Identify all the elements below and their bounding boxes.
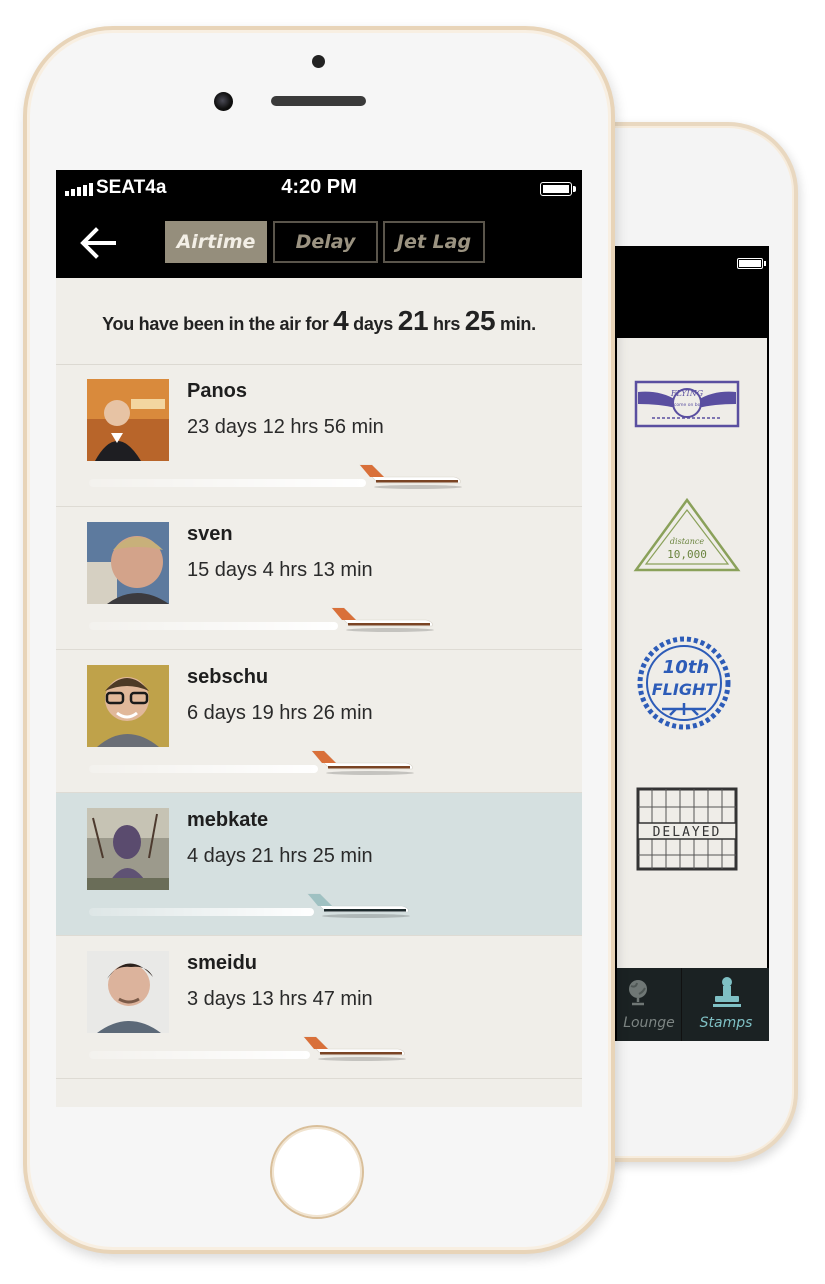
svg-text:10,000: 10,000: [667, 548, 707, 561]
user-name: sven: [187, 523, 233, 545]
svg-text:distance: distance: [670, 537, 704, 546]
svg-text:FLYING: FLYING: [670, 389, 704, 398]
contrail: [89, 765, 318, 773]
home-button[interactable]: [270, 1125, 364, 1219]
avatar: [87, 379, 169, 461]
tab-jet-lag[interactable]: Jet Lag: [383, 221, 485, 263]
nav-bar: Airtime Delay Jet Lag: [56, 208, 582, 278]
globe-icon: [629, 980, 647, 1006]
user-name: smeidu: [187, 952, 258, 974]
delayed-stamp-icon[interactable]: DELAYED: [632, 783, 742, 875]
summary-hrs-unit: hrs: [432, 314, 461, 334]
tab-lounge-label: Lounge: [623, 1015, 675, 1031]
svg-text:10th: 10th: [663, 657, 709, 678]
flying-stamp-icon[interactable]: FLYING welcome on board: [632, 378, 742, 430]
summary-days: 4: [333, 305, 349, 336]
airtime-duration: 15 days 4 hrs 13 min: [187, 559, 373, 581]
leaderboard-row-current-user[interactable]: mebkate 4 days 21 hrs 25 min: [56, 793, 582, 936]
front-camera: [214, 92, 233, 111]
svg-text:DELAYED: DELAYED: [653, 825, 722, 840]
leaderboard-row[interactable]: sven 15 days 4 hrs 13 min: [56, 507, 582, 650]
airplane-icon: [308, 747, 418, 777]
airplane-icon: [304, 890, 414, 920]
user-name: sebschu: [187, 666, 269, 688]
avatar: [87, 951, 169, 1033]
user-name: Panos: [187, 380, 248, 402]
back-phone-screen: FLYING welcome on board distance 10,000 …: [605, 246, 769, 1041]
leaderboard-row[interactable]: Panos 23 days 12 hrs 56 min: [56, 364, 582, 507]
leaderboard-row[interactable]: sebschu 6 days 19 hrs 26 min: [56, 650, 582, 793]
summary-hrs: 21: [397, 305, 429, 336]
svg-text:welcome on board: welcome on board: [666, 402, 708, 408]
airplane-icon: [300, 1033, 410, 1063]
tab-delay[interactable]: Delay: [273, 221, 378, 263]
tab-stamps-label: Stamps: [699, 1015, 753, 1031]
summary-min-unit: min.: [500, 314, 536, 334]
leaderboard-list: Panos 23 days 12 hrs 56 min sven 15 days…: [56, 364, 582, 1079]
tab-stamps[interactable]: Stamps: [681, 968, 769, 1041]
tab-airtime[interactable]: Airtime: [165, 221, 267, 263]
airtime-content: You have been in the air for 4 days 21 h…: [56, 278, 582, 1107]
airtime-duration: 23 days 12 hrs 56 min: [187, 416, 384, 438]
stamps-grid: FLYING welcome on board distance 10,000 …: [617, 338, 767, 968]
airtime-duration: 4 days 21 hrs 25 min: [187, 845, 373, 867]
earpiece-speaker: [271, 96, 366, 106]
battery-icon: [540, 182, 576, 196]
summary-prefix: You have been in the air for: [102, 314, 329, 334]
avatar: [87, 808, 169, 890]
avatar: [87, 522, 169, 604]
airplane-icon: [356, 461, 466, 491]
svg-text:FLIGHT: FLIGHT: [652, 680, 718, 699]
airtime-summary: You have been in the air for 4 days 21 h…: [56, 278, 582, 365]
arrow-left-icon[interactable]: [78, 226, 118, 260]
front-phone-screen: SEAT4a 4:20 PM Airtime Delay Jet Lag You…: [56, 170, 582, 1107]
contrail: [89, 908, 314, 916]
status-time: 4:20 PM: [281, 176, 357, 198]
airtime-duration: 3 days 13 hrs 47 min: [187, 988, 373, 1010]
airplane-icon: [328, 604, 438, 634]
back-tab-bar: Lounge Stamps: [617, 968, 769, 1041]
contrail: [89, 622, 339, 630]
avatar: [87, 665, 169, 747]
stamp-icon: [713, 977, 741, 1007]
distance-stamp-icon[interactable]: distance 10,000: [632, 496, 742, 576]
tab-lounge[interactable]: Lounge: [617, 968, 681, 1041]
summary-days-unit: days: [353, 314, 393, 334]
tenth-flight-stamp-icon[interactable]: 10th FLIGHT: [632, 633, 742, 733]
status-bar: SEAT4a 4:20 PM: [56, 170, 582, 208]
contrail: [89, 1051, 311, 1059]
contrail: [89, 479, 366, 487]
leaderboard-row[interactable]: smeidu 3 days 13 hrs 47 min: [56, 936, 582, 1079]
back-status-bar: [605, 246, 769, 284]
battery-icon: [737, 258, 766, 269]
proximity-sensor: [312, 55, 325, 68]
summary-min: 25: [464, 305, 496, 336]
airtime-duration: 6 days 19 hrs 26 min: [187, 702, 373, 724]
user-name: mebkate: [187, 809, 269, 831]
